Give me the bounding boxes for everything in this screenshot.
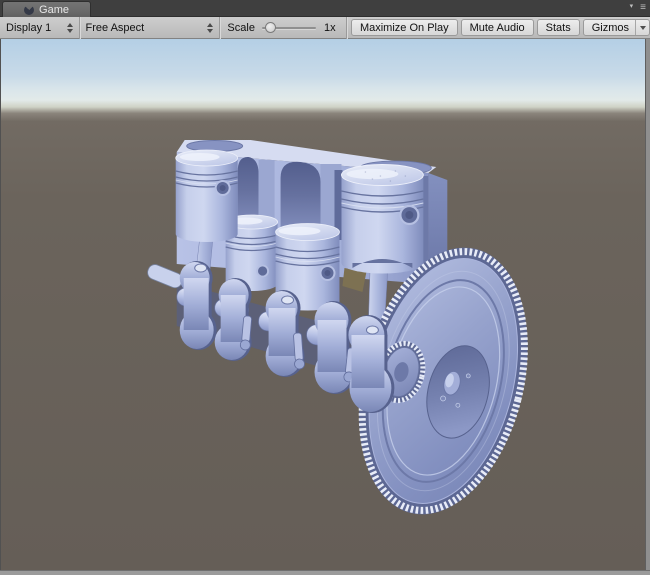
scale-slider-knob[interactable] [265, 22, 276, 33]
display-dropdown[interactable]: Display 1 [0, 17, 79, 39]
stats-label: Stats [546, 22, 571, 34]
crank-pulley-stub [146, 262, 185, 289]
updown-arrows-icon [199, 23, 213, 33]
game-view-icon [24, 5, 34, 15]
mute-audio-label: Mute Audio [470, 22, 525, 34]
scale-group: Scale 1x [220, 17, 346, 39]
aspect-dropdown-value: Free Aspect [86, 22, 145, 34]
tab-game[interactable]: Game [2, 1, 91, 17]
scale-label: Scale [227, 22, 255, 34]
maximize-on-play-button[interactable]: Maximize On Play [351, 19, 458, 36]
scale-slider[interactable] [262, 22, 316, 34]
tab-game-label: Game [39, 4, 69, 16]
tab-bar: Game ▾ ≡ [0, 0, 650, 17]
window-border-bottom [0, 570, 650, 575]
gizmos-dropdown-arrow-icon[interactable] [635, 20, 649, 35]
game-view-toolbar: Display 1 Free Aspect Scale 1x Maximize … [0, 17, 650, 39]
game-viewport[interactable] [0, 39, 645, 570]
panel-menu-button[interactable]: ▾ ≡ [624, 1, 646, 15]
panel-menu-dropdown-icon: ▾ [624, 0, 640, 18]
maximize-on-play-label: Maximize On Play [360, 22, 449, 34]
aspect-ratio-dropdown[interactable]: Free Aspect [80, 17, 220, 39]
stats-button[interactable]: Stats [537, 19, 580, 36]
engine-render [1, 39, 645, 570]
gizmos-label: Gizmos [592, 22, 629, 34]
toolbar-separator [346, 17, 347, 39]
panel-menu-list-icon: ≡ [640, 3, 646, 13]
gizmos-button[interactable]: Gizmos [583, 19, 650, 36]
display-dropdown-value: Display 1 [6, 22, 51, 34]
scale-value: 1x [324, 22, 340, 34]
window-border-right [645, 39, 650, 570]
mute-audio-button[interactable]: Mute Audio [461, 19, 534, 36]
updown-arrows-icon [59, 23, 73, 33]
